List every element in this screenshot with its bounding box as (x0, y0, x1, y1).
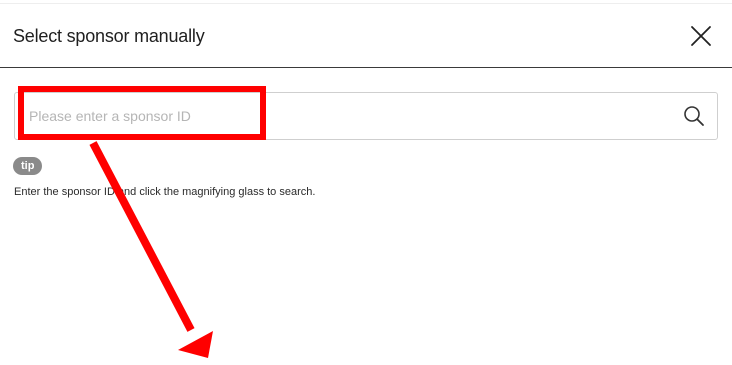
tip-text: Enter the sponsor ID and click the magni… (14, 186, 316, 198)
sponsor-id-input[interactable] (29, 93, 669, 139)
close-icon (691, 26, 711, 46)
search-button[interactable] (683, 105, 705, 127)
dialog-title: Select sponsor manually (13, 26, 205, 46)
select-sponsor-dialog: Select sponsor manually tip Enter the sp… (0, 0, 732, 365)
close-button[interactable] (688, 23, 714, 49)
tip-badge: tip (13, 157, 43, 175)
magnifying-glass-icon (684, 106, 704, 126)
sponsor-search-box (14, 92, 718, 140)
dialog-header: Select sponsor manually (0, 0, 732, 68)
